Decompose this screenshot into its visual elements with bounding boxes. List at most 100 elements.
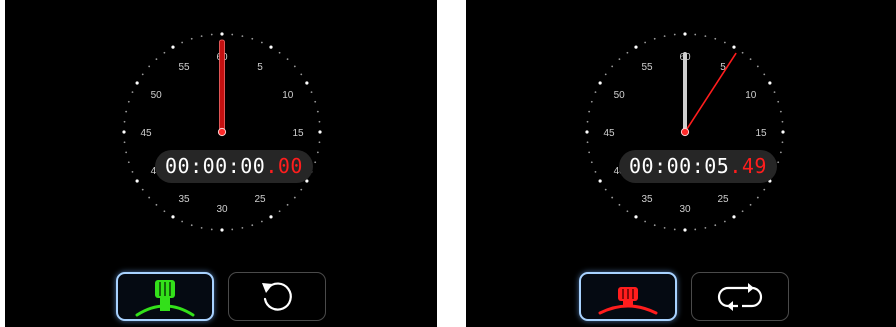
dial-label: 5	[720, 62, 726, 73]
dial-major-dot	[220, 228, 224, 232]
hand-pivot	[680, 127, 690, 137]
dial-major-dot	[318, 130, 322, 134]
dial-label: 55	[178, 62, 190, 73]
dial-minor-dot	[286, 203, 289, 206]
dial-major-dot	[598, 81, 602, 85]
dial-minor-dot	[314, 161, 317, 164]
dial-label: 30	[216, 204, 228, 215]
dial-minor-dot	[318, 120, 321, 123]
dial-minor-dot	[200, 35, 203, 38]
dial-minor-dot	[714, 37, 717, 40]
dial-minor-dot	[779, 110, 782, 113]
dial-minor-dot	[723, 220, 726, 223]
dial-major-dot	[305, 81, 309, 85]
dial-minor-dot	[604, 73, 607, 76]
dial-minor-dot	[123, 141, 126, 144]
dial-major-dot	[768, 81, 772, 85]
dial-minor-dot	[293, 196, 296, 199]
dial-minor-dot	[741, 210, 744, 213]
dial-minor-dot	[673, 33, 676, 36]
dial-minor-dot	[618, 58, 621, 61]
dial-minor-dot	[749, 203, 752, 206]
dial-minor-dot	[588, 110, 591, 113]
dial-major-dot	[683, 32, 687, 36]
dial-minor-dot	[663, 226, 666, 229]
dial-minor-dot	[618, 203, 621, 206]
reset-button[interactable]	[228, 272, 326, 321]
dial-major-dot	[634, 215, 638, 219]
dial-minor-dot	[260, 220, 263, 223]
time-hundredths: .49	[729, 154, 767, 178]
dial-minor-dot	[586, 141, 589, 144]
dial-minor-dot	[644, 41, 647, 44]
dial-label: 5	[257, 62, 263, 73]
dial-major-dot	[122, 130, 126, 134]
dial-minor-dot	[318, 141, 321, 144]
dial-minor-dot	[141, 73, 144, 76]
dial-major-dot	[269, 45, 273, 49]
dial-minor-dot	[604, 188, 607, 191]
dial-minor-dot	[125, 151, 128, 154]
stop-button[interactable]	[579, 272, 677, 321]
dial-minor-dot	[190, 224, 193, 227]
dial-minor-dot	[293, 65, 296, 68]
dial-major-dot	[269, 215, 273, 219]
dial-minor-dot	[310, 91, 313, 94]
dial-minor-dot	[127, 161, 130, 164]
dial-minor-dot	[278, 210, 281, 213]
dial-minor-dot	[763, 73, 766, 76]
dial-minor-dot	[781, 141, 784, 144]
reset-icon	[262, 281, 292, 311]
lap-loop-icon	[717, 282, 763, 311]
dial-minor-dot	[148, 196, 151, 199]
time-main: 00:00:05	[629, 154, 730, 178]
dial-minor-dot	[663, 35, 666, 38]
dial-minor-dot	[316, 151, 319, 154]
seconds-hand	[219, 39, 225, 133]
dial-minor-dot	[200, 226, 203, 229]
dial-minor-dot	[594, 91, 597, 94]
dial-minor-dot	[131, 91, 134, 94]
dial-minor-dot	[756, 196, 759, 199]
dial-minor-dot	[756, 65, 759, 68]
dial-label: 45	[140, 128, 152, 139]
start-button[interactable]	[116, 272, 214, 321]
dial-minor-dot	[141, 188, 144, 191]
dial-minor-dot	[251, 224, 254, 227]
dial-major-dot	[220, 32, 224, 36]
dial-minor-dot	[148, 65, 151, 68]
dial-major-dot	[683, 228, 687, 232]
dial-label: 25	[717, 194, 729, 205]
dial-major-dot	[732, 215, 736, 219]
dial-minor-dot	[210, 33, 213, 36]
dial-minor-dot	[704, 35, 707, 38]
dial-minor-dot	[673, 228, 676, 231]
dial-major-dot	[585, 130, 589, 134]
dial-minor-dot	[723, 41, 726, 44]
dial-minor-dot	[314, 100, 317, 103]
dial-minor-dot	[163, 51, 166, 54]
dial-major-dot	[135, 179, 139, 183]
dial-major-dot	[634, 45, 638, 49]
dial-minor-dot	[210, 228, 213, 231]
stop-press-icon	[598, 286, 658, 314]
dial-minor-dot	[155, 58, 158, 61]
dial-minor-dot	[590, 161, 593, 164]
lap-button[interactable]	[691, 272, 789, 321]
dial-minor-dot	[704, 226, 707, 229]
dial-label: 10	[282, 90, 294, 101]
dial-label: 35	[641, 194, 653, 205]
dial-minor-dot	[781, 120, 784, 123]
time-main: 00:00:00	[165, 154, 266, 178]
dial-major-dot	[171, 45, 175, 49]
dial-major-dot	[781, 130, 785, 134]
time-readout: 00:00:05.49	[619, 150, 777, 183]
dial-minor-dot	[588, 151, 591, 154]
dial-minor-dot	[316, 110, 319, 113]
dial-minor-dot	[190, 37, 193, 40]
dial-minor-dot	[127, 100, 130, 103]
stopwatch-panel-ready: 60510152025303540455055 00:00:00.00	[5, 0, 437, 327]
dial-minor-dot	[714, 224, 717, 227]
dial-minor-dot	[653, 37, 656, 40]
dial-label: 15	[755, 128, 767, 139]
